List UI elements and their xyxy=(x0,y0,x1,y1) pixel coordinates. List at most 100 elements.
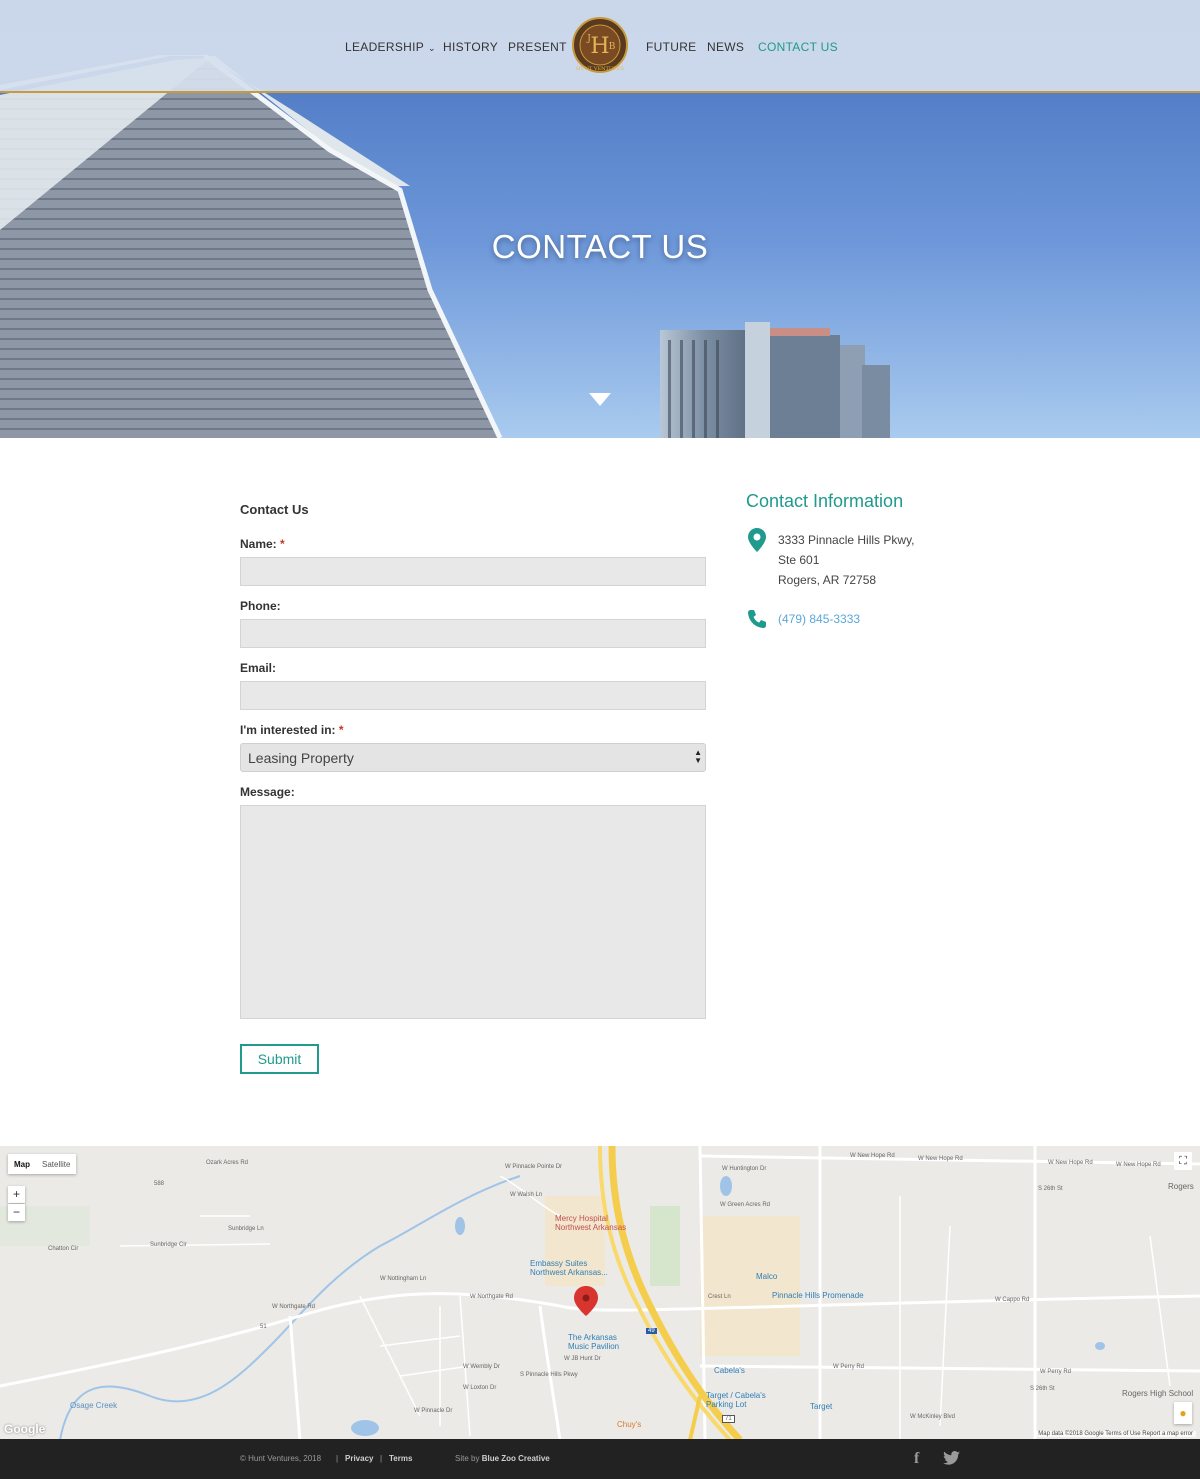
nav-label: LEADERSHIP xyxy=(345,40,425,54)
map-road-label: W Cappo Rd xyxy=(995,1297,1030,1303)
map-road-label: Sunbridge Cir xyxy=(150,1242,187,1248)
form-title: Contact Us xyxy=(240,502,309,517)
poi-target-cabelas-lot[interactable]: Target / Cabela's Parking Lot xyxy=(706,1391,766,1409)
map-type-map[interactable]: Map xyxy=(8,1154,36,1174)
twitter-icon[interactable] xyxy=(943,1451,960,1465)
map-road-label: W Perry Rd xyxy=(1040,1369,1072,1375)
map-road-label: W Pinnacle Pointe Dr xyxy=(505,1164,563,1170)
interest-label: I'm interested in: * xyxy=(240,723,344,737)
site-header: LEADERSHIP ⌄ HISTORY PRESENT H J B HUNT V… xyxy=(0,0,1200,93)
map-road-label: W New Hope Rd xyxy=(1048,1160,1093,1166)
message-textarea[interactable] xyxy=(240,805,706,1019)
location-pin-icon xyxy=(748,528,766,552)
poi-music-pavilion[interactable]: The Arkansas Music Pavilion xyxy=(568,1333,619,1351)
poi-target[interactable]: Target xyxy=(810,1402,832,1411)
interest-selected-value: Leasing Property xyxy=(248,750,354,766)
terms-link[interactable]: Terms xyxy=(389,1454,412,1463)
map-road-label: W New Hope Rd xyxy=(850,1153,895,1159)
map-water-label: Osage Creek xyxy=(70,1401,118,1410)
svg-text:HUNT VENTURES: HUNT VENTURES xyxy=(576,66,624,72)
footer-separator: | xyxy=(380,1454,383,1463)
nav-present[interactable]: PRESENT xyxy=(508,40,567,54)
poi-pinnacle-promenade[interactable]: Pinnacle Hills Promenade xyxy=(772,1291,864,1300)
interstate-shield: 49 xyxy=(646,1328,657,1334)
google-map[interactable]: Map Satellite Ozark Acres Rd 588 Sunbrid… xyxy=(0,1146,1200,1440)
map-road-label: 588 xyxy=(154,1181,165,1187)
scroll-down-icon[interactable] xyxy=(589,393,611,407)
agency-link[interactable]: Blue Zoo Creative xyxy=(482,1454,550,1463)
map-road-label: W Green Acres Rd xyxy=(720,1202,771,1208)
map-road-label: Crest Ln xyxy=(708,1294,731,1300)
page-title: CONTACT US xyxy=(491,228,709,265)
site-footer: © Hunt Ventures, 2018 | Privacy | Terms … xyxy=(0,1439,1200,1479)
map-road-label: W Northgate Rd xyxy=(272,1304,316,1310)
map-road-label: W Walsh Ln xyxy=(510,1192,543,1198)
fullscreen-icon[interactable]: ⛶ xyxy=(1174,1152,1192,1170)
highway-shield: 71 xyxy=(722,1415,735,1423)
zoom-out-button[interactable]: − xyxy=(8,1204,25,1221)
google-logo: Google xyxy=(4,1422,46,1436)
hunt-ventures-logo[interactable]: H J B HUNT VENTURES xyxy=(572,17,628,73)
email-input[interactable] xyxy=(240,681,706,710)
map-road-label: W Wembly Dr xyxy=(463,1364,500,1370)
map-road-label: W Nottingham Ln xyxy=(380,1276,427,1282)
nav-leadership[interactable]: LEADERSHIP ⌄ xyxy=(345,40,436,54)
map-road-label: W New Hope Rd xyxy=(1116,1162,1161,1168)
map-road-label: W McKinley Blvd xyxy=(910,1414,956,1420)
map-road-label: W Huntington Dr xyxy=(722,1166,767,1172)
map-canvas[interactable] xyxy=(0,1146,1200,1440)
poi-malco[interactable]: Malco xyxy=(756,1272,777,1281)
phone-icon xyxy=(748,610,766,628)
map-road-label: W New Hope Rd xyxy=(918,1156,963,1162)
name-label: Name: * xyxy=(240,537,285,551)
phone-label: Phone: xyxy=(240,599,281,613)
copyright: © Hunt Ventures, 2018 xyxy=(240,1454,322,1463)
required-mark: * xyxy=(280,537,285,551)
map-road-label: Chatton Cir xyxy=(48,1246,79,1252)
map-road-label: S Pinnacle Hills Pkwy xyxy=(520,1372,578,1378)
map-road-label: 51 xyxy=(260,1324,267,1330)
address-line-3: Rogers, AR 72758 xyxy=(778,573,877,587)
chevron-down-icon: ⌄ xyxy=(428,43,436,53)
map-road-label: W JB Hunt Dr xyxy=(564,1356,601,1362)
street-view-pegman-icon[interactable]: ● xyxy=(1174,1402,1192,1424)
nav-history[interactable]: HISTORY xyxy=(443,40,498,54)
phone-input[interactable] xyxy=(240,619,706,648)
map-type-toggle[interactable]: Map Satellite xyxy=(8,1154,77,1174)
map-road-label: W Northgate Rd xyxy=(470,1294,514,1300)
address-line-2: Ste 601 xyxy=(778,553,820,567)
footer-separator: | xyxy=(336,1454,339,1463)
map-road-label: W Loxton Dr xyxy=(463,1385,497,1391)
submit-button[interactable]: Submit xyxy=(240,1044,319,1074)
site-credit: Site by Blue Zoo Creative xyxy=(455,1454,550,1463)
message-label: Message: xyxy=(240,785,295,799)
name-input[interactable] xyxy=(240,557,706,586)
nav-news[interactable]: NEWS xyxy=(707,40,744,54)
zoom-in-button[interactable]: + xyxy=(8,1186,25,1203)
svg-text:B: B xyxy=(609,42,616,52)
map-credits[interactable]: Map data ©2018 Google Terms of Use Repor… xyxy=(1035,1431,1196,1437)
interest-select[interactable]: Leasing Property ▲ ▼ xyxy=(240,743,706,772)
map-city-label: Rogers xyxy=(1168,1182,1194,1191)
privacy-link[interactable]: Privacy xyxy=(345,1454,373,1463)
map-road-label: W Pinnacle Dr xyxy=(414,1408,453,1414)
map-road-label: Sunbridge Ln xyxy=(228,1226,264,1232)
poi-mercy-hospital[interactable]: Mercy Hospital Northwest Arkansas xyxy=(555,1214,626,1232)
poi-chuys[interactable]: Chuy's xyxy=(617,1420,641,1429)
poi-cabelas[interactable]: Cabela's xyxy=(714,1366,745,1375)
facebook-icon[interactable]: f xyxy=(914,1450,919,1468)
poi-embassy-suites[interactable]: Embassy Suites Northwest Arkansas... xyxy=(530,1259,608,1277)
nav-future[interactable]: FUTURE xyxy=(646,40,696,54)
map-road-label: S 26th St xyxy=(1030,1386,1055,1392)
email-label: Email: xyxy=(240,661,277,675)
contact-info-title: Contact Information xyxy=(746,491,904,511)
phone-link[interactable]: (479) 845-3333 xyxy=(778,612,860,626)
address-line-1: 3333 Pinnacle Hills Pkwy, xyxy=(778,533,915,547)
logo-initials: H xyxy=(590,34,609,59)
map-road-label: Ozark Acres Rd xyxy=(206,1160,249,1166)
select-arrows-icon: ▲ ▼ xyxy=(694,748,702,765)
nav-contact-us[interactable]: CONTACT US xyxy=(758,40,838,54)
map-road-label: S 26th St xyxy=(1038,1186,1063,1192)
poi-rogers-high-school[interactable]: Rogers High School xyxy=(1122,1389,1193,1398)
map-type-satellite[interactable]: Satellite xyxy=(36,1154,76,1174)
